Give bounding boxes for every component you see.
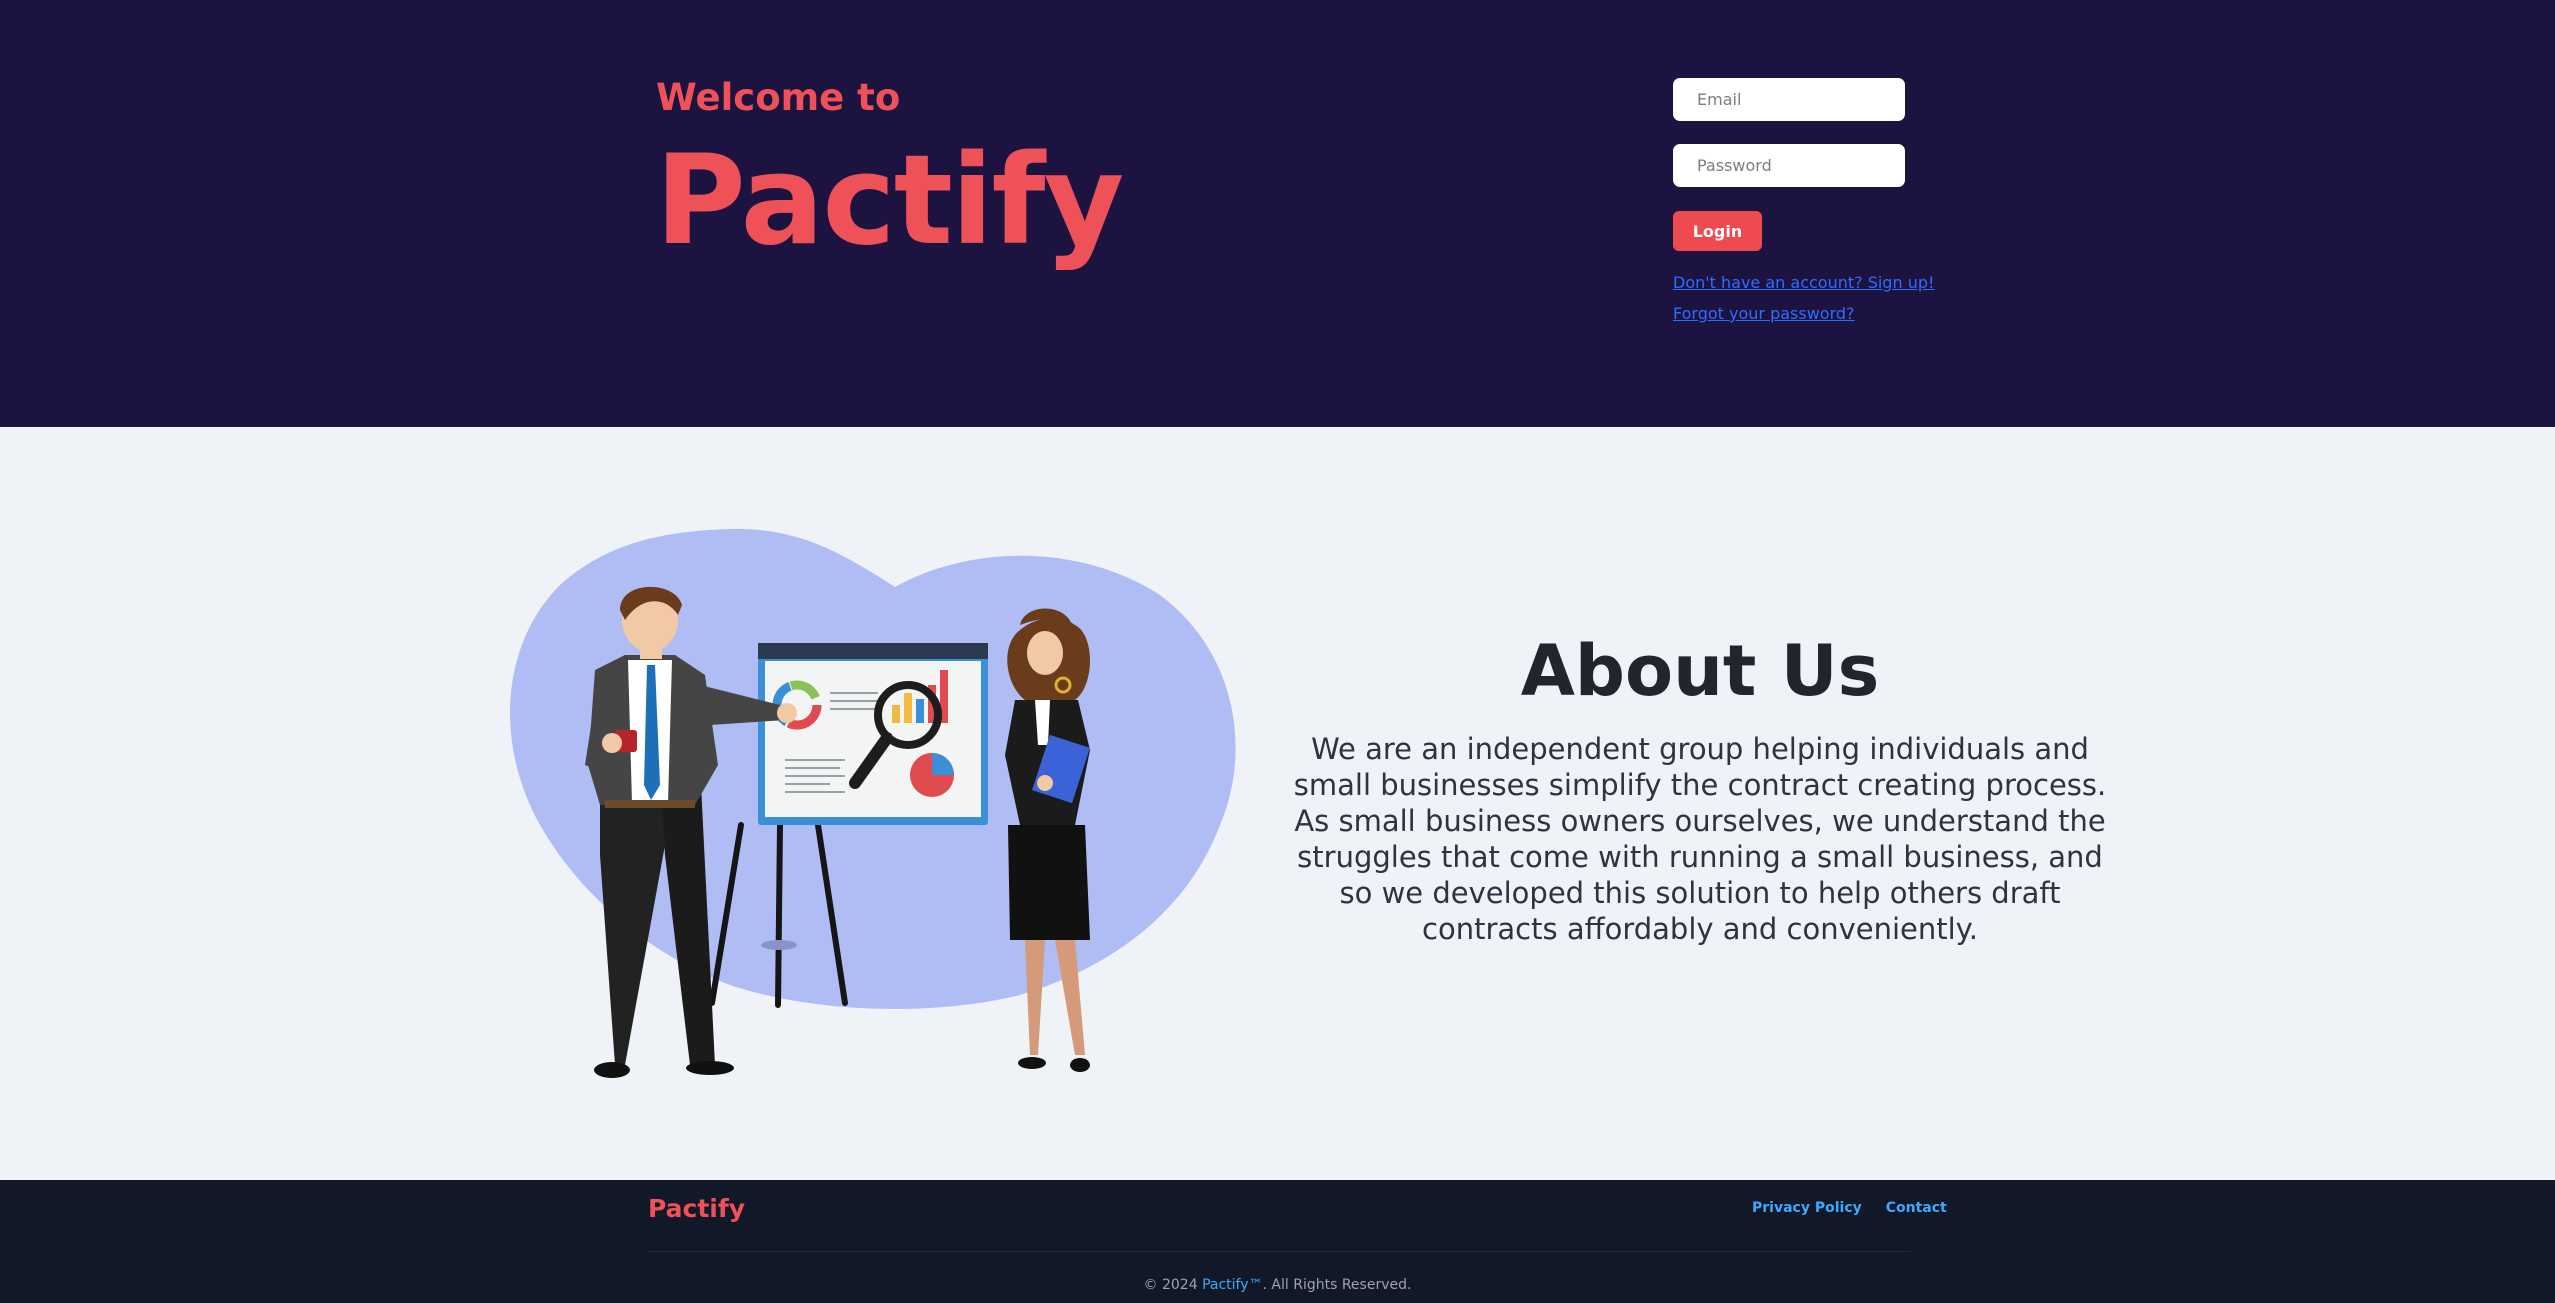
footer-links: Privacy Policy Contact bbox=[1752, 1200, 1947, 1216]
copyright: © 2024 Pactify™. All Rights Reserved. bbox=[0, 1277, 2555, 1293]
presentation-illustration bbox=[510, 528, 1236, 1078]
forgot-password-link[interactable]: Forgot your password? bbox=[1673, 304, 1905, 323]
welcome-heading: Welcome to bbox=[656, 76, 901, 119]
about-section: About Us We are an independent group hel… bbox=[1285, 630, 2115, 947]
privacy-policy-link[interactable]: Privacy Policy bbox=[1752, 1200, 1862, 1216]
password-input[interactable] bbox=[1673, 144, 1905, 187]
copyright-prefix: © 2024 bbox=[1143, 1277, 1203, 1293]
email-input[interactable] bbox=[1673, 78, 1905, 121]
hero-section: Welcome to Pactify Login Don't have an a… bbox=[0, 0, 2555, 427]
copyright-suffix: . All Rights Reserved. bbox=[1262, 1277, 1412, 1293]
brand-title: Pactify bbox=[655, 129, 1124, 273]
footer: Pactify Privacy Policy Contact © 2024 Pa… bbox=[0, 1180, 2555, 1303]
copyright-brand-link[interactable]: Pactify™ bbox=[1202, 1277, 1262, 1293]
footer-divider bbox=[648, 1251, 1911, 1252]
chart-board bbox=[758, 643, 988, 825]
about-body: We are an independent group helping indi… bbox=[1293, 731, 2107, 946]
about-title: About Us bbox=[1520, 630, 1880, 712]
contact-link[interactable]: Contact bbox=[1886, 1200, 1947, 1216]
login-form: Login Don't have an account? Sign up! Fo… bbox=[1673, 78, 1934, 323]
login-button[interactable]: Login bbox=[1673, 211, 1762, 251]
footer-brand[interactable]: Pactify bbox=[648, 1194, 745, 1223]
woman-figure bbox=[1005, 608, 1090, 1072]
signup-link[interactable]: Don't have an account? Sign up! bbox=[1673, 273, 1934, 292]
